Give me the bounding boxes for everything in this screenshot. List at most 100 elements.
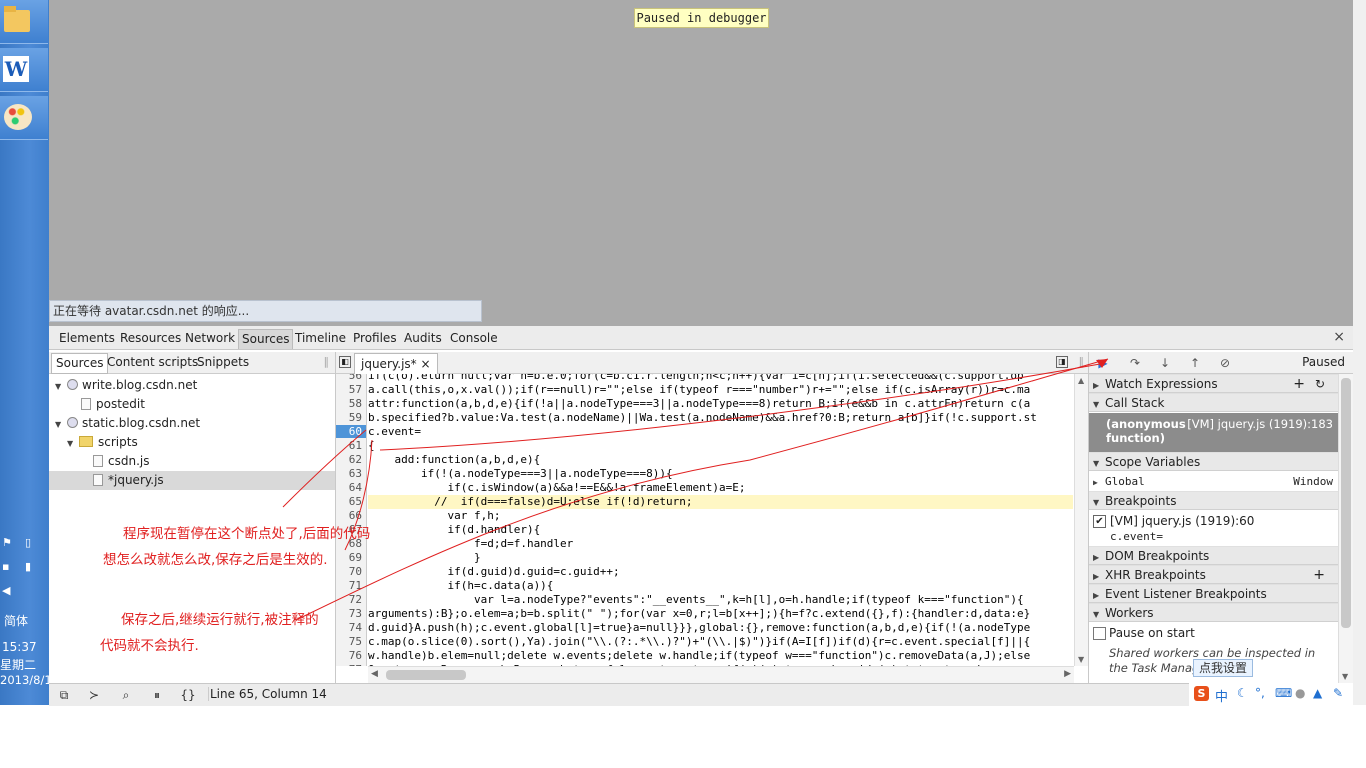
line-number[interactable]: 72 [349, 593, 362, 606]
step-into-icon[interactable]: ↓ [1155, 355, 1175, 371]
code-line-current[interactable]: // if(d===false)d=U;else if(!d)return; [368, 495, 1073, 509]
code-line[interactable]: b.specified?b.value:Va.test(a.nodeName)|… [368, 411, 1037, 425]
scope-row[interactable]: ▶ Global Window [1089, 472, 1339, 491]
section-scope-variables[interactable]: ▼ Scope Variables [1089, 452, 1339, 471]
nav-tab-snippets[interactable]: Snippets [197, 355, 249, 369]
code-line[interactable]: arguments):B};o.elem=a;b=b.split(" ");fo… [368, 607, 1030, 621]
line-number[interactable]: 65 [349, 495, 362, 508]
code-line[interactable]: if(c.isWindow(a)&&a!==E&&!a.frameElement… [368, 481, 745, 495]
code-line[interactable]: if(d.guid)d.guid=c.guid++; [368, 565, 619, 579]
resume-icon[interactable]: ▶ [1093, 355, 1113, 371]
toggle-navigator-icon[interactable]: ◧ [339, 356, 351, 368]
call-frame-selected[interactable]: (anonymous function) [VM] jquery.js (191… [1089, 413, 1339, 452]
moon-icon[interactable]: ☾ [1237, 686, 1248, 700]
close-icon[interactable]: × [1333, 329, 1345, 345]
tab-resources[interactable]: Resources [120, 329, 181, 349]
ime-mode-toggle[interactable]: 中 [1215, 686, 1228, 705]
pane-resizer-icon[interactable]: ‖ [1079, 355, 1085, 368]
line-number[interactable]: 62 [349, 453, 362, 466]
tree-item-file-selected[interactable]: *jquery.js [49, 471, 335, 490]
expand-triangle-icon[interactable]: ▼ [1093, 455, 1105, 473]
tab-timeline[interactable]: Timeline [295, 329, 346, 349]
step-out-icon[interactable]: ↑ [1185, 355, 1205, 371]
code-line[interactable]: c.event= [368, 425, 421, 439]
scroll-right-icon[interactable]: ▶ [1064, 669, 1071, 679]
word-button[interactable]: W [0, 48, 48, 92]
tab-console[interactable]: Console [450, 329, 498, 349]
sogou-logo-icon[interactable]: S [1194, 686, 1209, 701]
section-breakpoints[interactable]: ▼ Breakpoints [1089, 491, 1339, 510]
code-line[interactable]: var l=a.nodeType?"events":"__events__",k… [368, 593, 1024, 607]
tree-item-domain[interactable]: ▼ static.blog.csdn.net [55, 414, 200, 433]
code-line[interactable]: var f,h; [368, 509, 500, 523]
tab-elements[interactable]: Elements [59, 329, 115, 349]
expand-triangle-icon[interactable]: ▼ [55, 377, 67, 396]
tree-item-folder[interactable]: ▼ scripts [67, 433, 138, 452]
breakpoint-marker[interactable]: 60 [336, 425, 366, 438]
pause-on-exceptions-icon[interactable]: ⏸ [146, 687, 168, 703]
tools-wrench-icon[interactable]: ✎ [1333, 686, 1343, 700]
editor-horizontal-scrollbar[interactable]: ◀ ▶ [368, 666, 1074, 683]
add-icon[interactable]: + [1293, 375, 1305, 393]
section-call-stack[interactable]: ▼ Call Stack [1089, 393, 1339, 412]
window-scrollbar[interactable] [1353, 0, 1366, 705]
code-line[interactable]: if(!(a.nodeType===3||a.nodeType===8)){ [368, 467, 673, 481]
tab-network[interactable]: Network [185, 329, 235, 349]
line-number[interactable]: 76 [349, 649, 362, 662]
code-line[interactable]: if(c(o).eturn null;var n=b.e.0;for(c=b.c… [368, 374, 1024, 383]
pause-on-start-checkbox[interactable] [1093, 627, 1106, 640]
close-tab-icon[interactable]: × [421, 357, 431, 371]
tree-item-domain[interactable]: ▼ write.blog.csdn.net [55, 376, 197, 395]
code-line[interactable]: d.guid}A.push(h);c.event.global[l]=true}… [368, 621, 1030, 635]
search-icon[interactable]: ⌕ [115, 687, 137, 703]
code-line[interactable]: add:function(a,b,d,e){ [368, 453, 540, 467]
skin-shirt-icon[interactable]: ▲ [1313, 686, 1322, 700]
line-number[interactable]: 58 [349, 397, 362, 410]
user-icon[interactable]: ● [1295, 686, 1305, 700]
clock-time[interactable]: 15:37 [2, 640, 51, 654]
nav-tab-sources[interactable]: Sources [51, 353, 109, 374]
collapse-triangle-icon[interactable]: ▶ [1093, 473, 1105, 492]
line-number[interactable]: 57 [349, 383, 362, 396]
dock-icon[interactable]: ⧉ [53, 687, 75, 703]
line-number[interactable]: 71 [349, 579, 362, 592]
flag-icon[interactable]: ⚑ [2, 536, 16, 549]
console-drawer-icon[interactable]: ≻ [83, 687, 105, 703]
expand-triangle-icon[interactable]: ▼ [1093, 606, 1105, 624]
scroll-left-icon[interactable]: ◀ [371, 669, 378, 679]
code-line[interactable]: if(d.handler){ [368, 523, 540, 537]
scroll-up-icon[interactable]: ▲ [1078, 376, 1084, 385]
line-number[interactable]: 73 [349, 607, 362, 620]
tree-item-file[interactable]: postedit [81, 395, 145, 414]
section-dom-breakpoints[interactable]: ▶ DOM Breakpoints [1089, 546, 1339, 565]
toggle-debugger-icon[interactable]: ◨ [1056, 356, 1068, 368]
code-line[interactable]: f=d;d=f.handler [368, 537, 573, 551]
line-number[interactable]: 74 [349, 621, 362, 634]
line-number[interactable]: 75 [349, 635, 362, 648]
section-workers[interactable]: ▼ Workers [1089, 603, 1339, 622]
pause-on-start-row[interactable]: Pause on start [1089, 625, 1339, 643]
add-icon[interactable]: + [1313, 566, 1325, 584]
scroll-down-icon[interactable]: ▼ [1342, 672, 1348, 681]
network-icon[interactable]: ▪ [2, 560, 16, 573]
line-number[interactable]: 61 [349, 439, 362, 452]
line-number[interactable]: 56 [349, 374, 362, 382]
step-over-icon[interactable]: ↷ [1125, 355, 1145, 371]
breakpoint-item[interactable]: ✔ [VM] jquery.js (1919):60 c.event= [1089, 512, 1339, 546]
paint-button[interactable] [0, 96, 48, 140]
line-number[interactable]: 77 [349, 663, 362, 666]
power-icon[interactable]: ▯ [25, 536, 39, 549]
tab-profiles[interactable]: Profiles [353, 329, 397, 349]
scroll-thumb[interactable] [1341, 378, 1351, 628]
code-line[interactable]: attr:function(a,b,d,e){if(!a||a.nodeType… [368, 397, 1030, 411]
line-number[interactable]: 69 [349, 551, 362, 564]
ime-settings-tooltip[interactable]: 点我设置 [1193, 659, 1254, 677]
punctuation-icon[interactable]: °, [1255, 686, 1265, 700]
code-area[interactable]: if(c(o).eturn null;var n=b.e.0;for(c=b.c… [368, 374, 1073, 666]
refresh-icon[interactable]: ↻ [1315, 375, 1325, 393]
code-line[interactable]: { [368, 439, 375, 453]
editor-vertical-scrollbar[interactable]: ▲ ▼ [1074, 374, 1088, 666]
line-number[interactable]: 59 [349, 411, 362, 424]
line-number[interactable]: 66 [349, 509, 362, 522]
line-number[interactable]: 64 [349, 481, 362, 494]
